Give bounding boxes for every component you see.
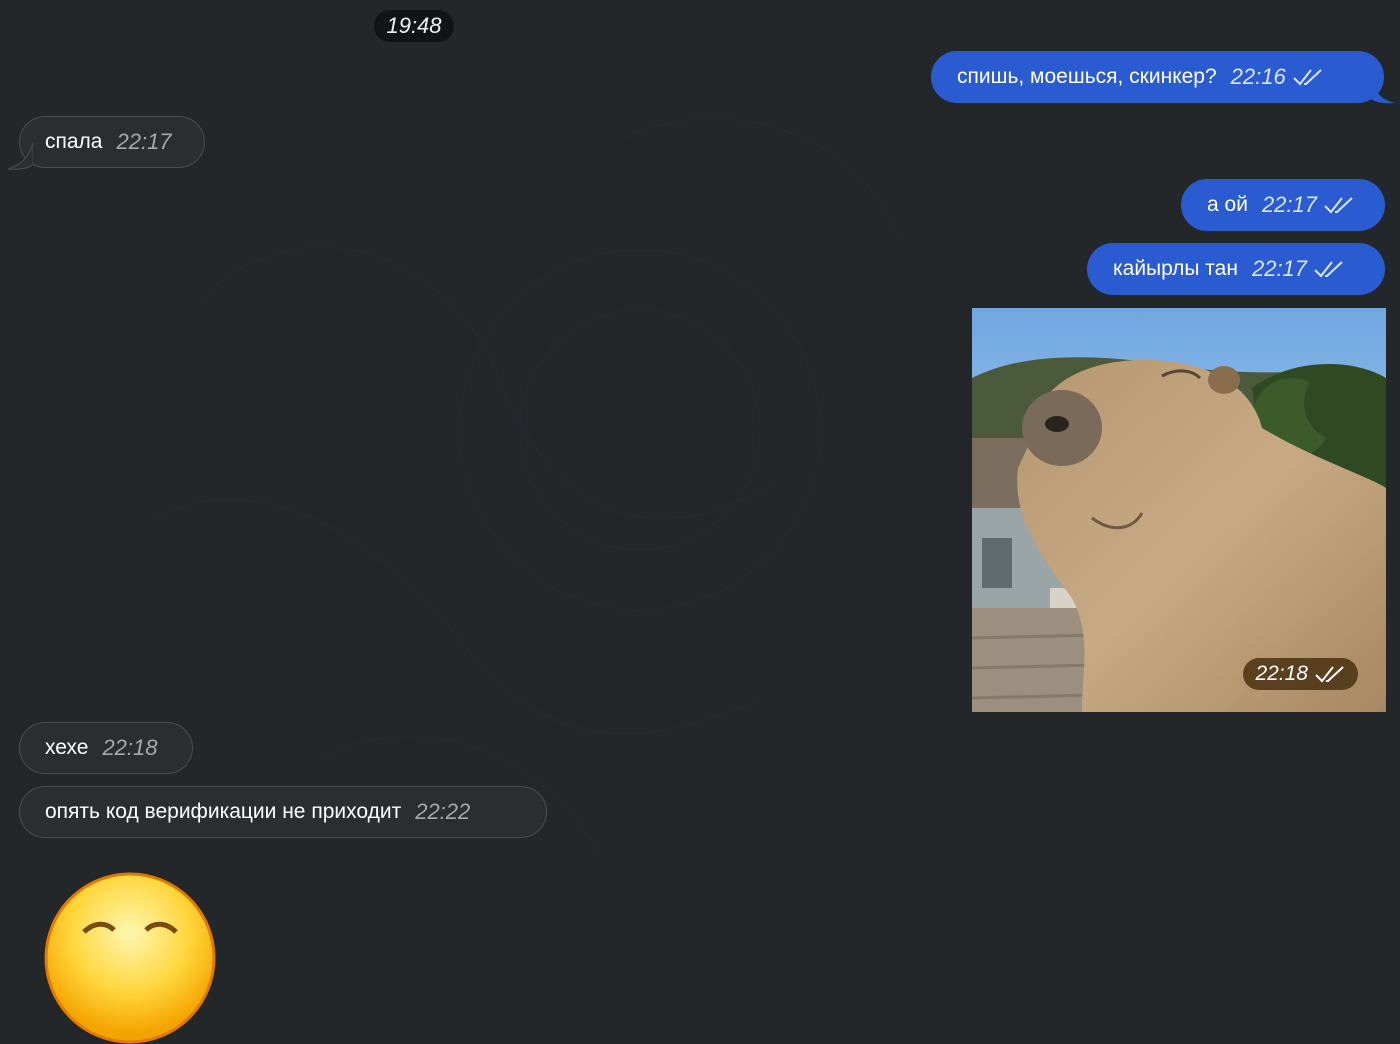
- message-bubble-incoming[interactable]: опять код верификации не приходит 22:22: [19, 786, 547, 838]
- message-text: хехе: [45, 736, 89, 759]
- message-text: кайырлы тан: [1113, 257, 1238, 280]
- message-time: 22:18: [1255, 662, 1308, 685]
- message-bubble-incoming[interactable]: спала 22:17: [19, 116, 205, 168]
- message-time: 22:17: [1251, 256, 1308, 281]
- message-text: спала: [45, 130, 103, 153]
- bubble-tail: [1370, 78, 1395, 104]
- date-divider: 19:48: [374, 10, 454, 42]
- message-time: 22:22: [415, 799, 471, 824]
- message-time: 22:18: [102, 735, 158, 760]
- message-time: 22:17: [1261, 192, 1317, 217]
- double-check-icon: [1293, 69, 1322, 86]
- double-check-icon: [1324, 197, 1353, 214]
- message-bubble-outgoing[interactable]: а ой 22:17: [1181, 179, 1385, 231]
- grinning-emoji-icon[interactable]: [44, 872, 216, 1044]
- double-check-icon: [1314, 261, 1343, 278]
- message-time: 22:17: [116, 129, 172, 154]
- photo-message[interactable]: 22:18: [972, 308, 1386, 712]
- message-time: 22:16: [1230, 64, 1286, 89]
- message-text: спишь, моешься, скинкер?: [957, 65, 1217, 88]
- capybara-photo: [972, 308, 1386, 712]
- photo-timestamp: 22:18: [1243, 658, 1358, 690]
- message-text: а ой: [1207, 193, 1248, 216]
- message-bubble-outgoing[interactable]: спишь, моешься, скинкер? 22:16: [931, 51, 1384, 103]
- bubble-tail: [7, 143, 33, 170]
- double-check-icon: [1315, 666, 1344, 683]
- message-bubble-incoming[interactable]: хехе 22:18: [19, 722, 193, 774]
- message-bubble-outgoing[interactable]: кайырлы тан 22:17: [1087, 243, 1385, 295]
- message-text: опять код верификации не приходит: [45, 800, 402, 823]
